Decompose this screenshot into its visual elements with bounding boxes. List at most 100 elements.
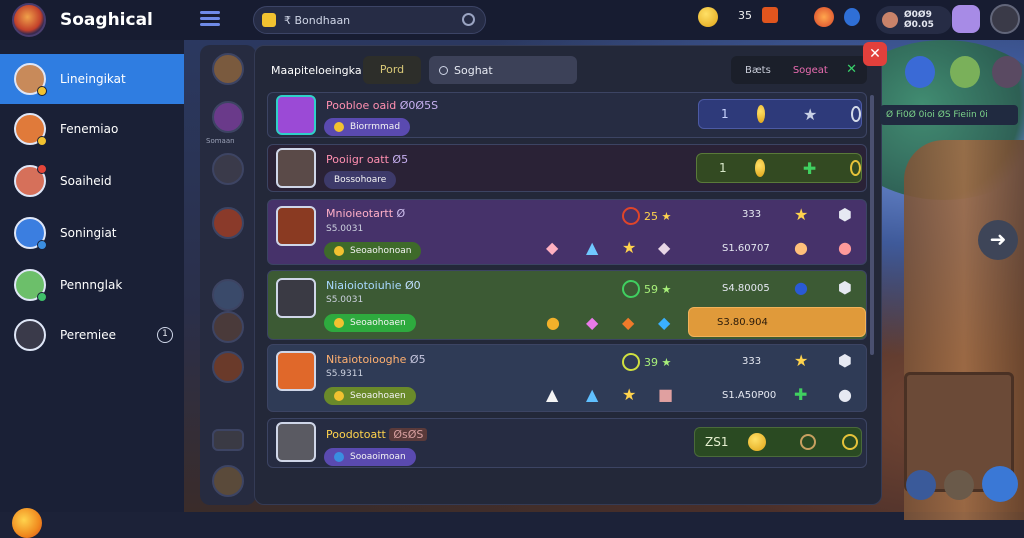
npc-avatar[interactable] [905,56,935,88]
potion-icon: ▲ [586,385,599,404]
item-name: Poodotoatt ØsØS [326,428,428,441]
filter-label-1: Bæts [745,64,771,76]
bottom-chest-icon[interactable] [944,470,974,500]
search-icon[interactable] [462,13,475,26]
notification-badge: 1 [157,327,173,343]
reward-box[interactable]: 1 ✚ [696,153,862,183]
list-item[interactable]: Pooiigr oatt Ø5 Bossohoare 1 ✚ [267,144,867,192]
bomb-icon: ● [838,385,852,404]
ring-icon [842,434,859,450]
sidebar-item-4[interactable]: Pennnglak [0,260,184,310]
gem-icon [844,8,860,26]
pill-line2: Ø0.05 [904,20,934,30]
coin-icon [754,159,765,177]
fire-logo-icon[interactable] [12,508,42,538]
item-name: Nitaiotoiooghe Ø5 [326,353,426,366]
sidebar-item-3[interactable]: Soningiat [0,208,184,258]
bottom-action-icon[interactable] [906,470,936,500]
strip-icon[interactable] [212,351,244,383]
filter-close-icon[interactable]: ✕ [846,62,857,77]
companion-avatar[interactable] [952,5,980,33]
resource-count: 35 [738,8,752,22]
player-mini-avatar [882,12,898,28]
reward-count: 1 [721,107,729,121]
bottom-main-icon[interactable] [982,466,1018,502]
strip-avatar[interactable] [212,153,244,185]
top-search-input[interactable]: ₹ Bondhaan [253,6,486,34]
tab-pord[interactable]: Pord [363,56,421,84]
key-icon: ● [794,238,808,257]
level-indicator: 39 ★ [622,353,671,371]
item-name: Pooiigr oatt Ø5 [326,153,409,166]
filter-bar[interactable]: Bæts Sogeat ✕ [731,56,867,84]
ring-icon [800,434,817,450]
sidebar-item-2[interactable]: Soaiheid [0,156,184,206]
crystal-icon: ◆ [658,313,671,332]
strip-avatar[interactable] [212,53,244,85]
pill-line1: Ø0Ø9 [904,10,932,20]
strip-icon[interactable] [212,465,244,497]
orb-icon: ● [794,278,808,297]
coin-icon [756,105,766,123]
avatar [14,113,47,146]
resource-counter: 35 [738,7,778,23]
gold-coin-resource[interactable] [698,7,718,27]
item-subtitle: S5.9311 [326,369,364,379]
sidebar-item-5[interactable]: Peremiee 1 [0,310,184,360]
strip-icon[interactable] [212,311,244,343]
hex-icon: ⬢ [838,351,852,370]
chest-icon: ■ [658,385,674,404]
star-icon: ★ [622,385,637,404]
item-badge: Sooaoimoan [324,448,416,466]
list-item[interactable]: Nitaiotoiooghe Ø5 S5.9311 Seoaohoaen 39 … [267,344,867,412]
item-subtitle: S5.0031 [326,295,364,305]
avatar [14,164,47,197]
sale-price-box[interactable]: S3.80.904 [688,307,866,337]
bomb-icon: ● [838,238,852,257]
status-dot [37,240,47,250]
avatar [276,148,316,188]
search-icon [439,65,448,75]
strip-avatar[interactable] [212,101,244,133]
brand-title: Soaghical [60,10,153,30]
list-item[interactable]: Poobloe oaid Ø0Ø5S Biorrmmad 1 ★ [267,92,867,138]
sidebar-item-0[interactable]: Lineingikat [0,54,184,104]
hex-icon: ⬢ [838,205,852,224]
profile-avatar[interactable] [990,4,1020,34]
avatar [14,63,47,96]
price-value: S3.80.904 [717,316,768,328]
pill-values: Ø0Ø9 Ø0.05 [904,10,934,30]
scrollbar[interactable] [870,95,874,355]
npc-avatar[interactable] [950,56,980,88]
strip-icon[interactable] [212,279,244,311]
menu-icon[interactable] [200,11,220,27]
list-item[interactable]: Niaioiotoiuhie Ø0 S5.0031 Seoaohoaen 59 … [267,270,867,340]
status-dot [37,292,47,302]
avatar [14,269,47,302]
reward-box[interactable]: ZS1 [694,427,862,457]
strip-avatar[interactable] [212,207,244,239]
category-strip: Somaan [200,45,256,505]
app-logo-icon[interactable] [12,3,46,37]
item-badge: Seoaohoaen [324,387,416,405]
modal-title: Maapiteloeingka [271,64,362,77]
sidebar-item-label: Soaiheid [60,174,112,188]
search-tag-icon [262,13,276,27]
fire-resource[interactable] [814,7,860,27]
level-ring-icon [622,353,640,371]
key-icon: ● [546,313,560,332]
star-icon: ★ [794,351,809,370]
close-button[interactable]: ✕ [863,42,887,66]
modal-search-input[interactable]: Soghat [429,56,577,84]
reward-box[interactable]: 1 ★ [698,99,862,129]
next-arrow-icon[interactable]: ➜ [978,220,1018,260]
player-resource-pill[interactable]: Ø0Ø9 Ø0.05 [876,6,952,34]
list-item[interactable]: Mnioieotartt Ø S5.0031 Seoaohonoan 25 ★ … [267,199,867,265]
sidebar-item-1[interactable]: Fenemiao [0,104,184,154]
stat-value: S1.A50P00 [722,390,777,401]
strip-controller-icon[interactable] [212,429,244,451]
npc-avatar[interactable] [992,56,1022,88]
list-item[interactable]: Poodotoatt ØsØS Sooaoimoan ZS1 [267,418,867,468]
item-badge: Seoaohoaen [324,314,416,332]
fire-icon [814,7,834,27]
